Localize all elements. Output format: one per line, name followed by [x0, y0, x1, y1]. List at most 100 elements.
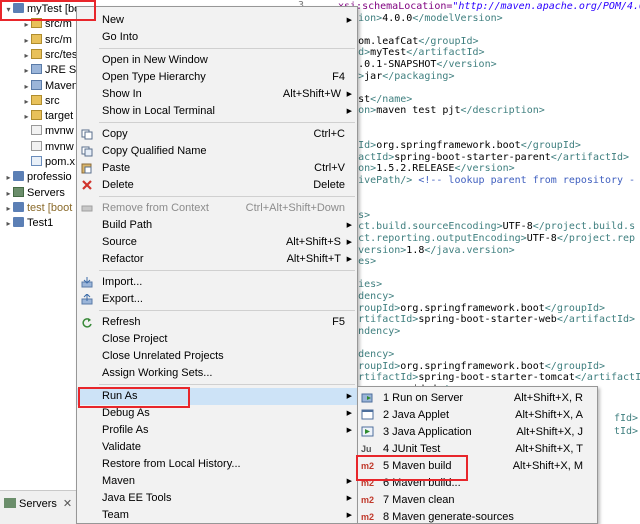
expand-arrow-icon[interactable]: ▸	[22, 48, 31, 63]
tree-item[interactable]: mvnw	[22, 124, 74, 139]
menu-item-refactor[interactable]: Refactor Alt+Shift+T ▶	[77, 251, 357, 268]
expand-arrow-icon[interactable]: ▸	[4, 216, 13, 231]
export-icon	[81, 293, 93, 305]
submenu-arrow-icon: ▶	[346, 410, 352, 417]
menu-item-show-in[interactable]: Show In Alt+Shift+W ▶	[77, 86, 357, 103]
menu-item-copy-qualified-name[interactable]: Copy Qualified Name	[77, 143, 357, 160]
tree-item[interactable]: pom.x	[22, 155, 75, 170]
submenu-item-3-java-application[interactable]: 3 Java Application Alt+Shift+X, J	[358, 424, 597, 441]
folder-icon	[31, 110, 42, 121]
submenu-item-7-maven-clean[interactable]: m2 7 Maven clean	[358, 492, 597, 509]
menu-item-team[interactable]: Team ▶	[77, 507, 357, 524]
bottom-view-tabs: Servers ✕	[0, 490, 80, 524]
code-token: </java.version>	[424, 244, 515, 256]
menu-item-close-unrelated-projects[interactable]: Close Unrelated Projects	[77, 348, 357, 365]
expand-arrow-icon[interactable]: ▸	[22, 17, 31, 32]
expand-arrow-icon[interactable]: ▸	[22, 33, 31, 48]
remove-context-icon	[81, 203, 93, 214]
server-folder-icon	[13, 186, 24, 197]
menu-item-validate[interactable]: Validate	[77, 439, 357, 456]
menu-item-export[interactable]: Export...	[77, 291, 357, 308]
submenu-item-8-maven-generate-sources[interactable]: m2 8 Maven generate-sources	[358, 509, 597, 524]
tree-item[interactable]: ▸ Test1	[4, 216, 53, 231]
submenu-arrow-icon: ▶	[346, 17, 352, 24]
code-token: 0.0.1-SNAPSHOT	[352, 59, 437, 70]
menu-item-paste[interactable]: Paste Ctrl+V	[77, 160, 357, 177]
expand-arrow-icon[interactable]: ▸	[22, 79, 31, 94]
tree-item[interactable]: ▸ Maven	[22, 79, 78, 94]
menu-item-import[interactable]: Import...	[77, 274, 357, 291]
submenu-item-label: 7 Maven clean	[383, 494, 455, 506]
tree-item[interactable]: ▸ JRE Sy	[22, 63, 80, 78]
menu-item-run-as[interactable]: Run As ▶	[77, 388, 357, 405]
menu-item-maven[interactable]: Maven ▶	[77, 473, 357, 490]
tree-item[interactable]: ▸ src/tes	[22, 48, 77, 63]
file-icon	[31, 125, 42, 136]
close-icon[interactable]: ✕	[63, 498, 72, 510]
menu-item-label: Maven	[102, 475, 136, 487]
menu-separator	[99, 122, 355, 123]
tree-item[interactable]: ▸ src/m	[22, 33, 72, 48]
project-icon	[13, 171, 24, 182]
menu-item-assign-working-sets[interactable]: Assign Working Sets...	[77, 365, 357, 382]
expand-arrow-icon[interactable]: ▸	[4, 186, 13, 201]
submenu-arrow-icon: ▶	[346, 478, 352, 485]
menu-item-label: Open in New Window	[102, 54, 208, 66]
expand-arrow-icon[interactable]: ▸	[4, 201, 13, 216]
menu-item-open-in-new-window[interactable]: Open in New Window	[77, 52, 357, 69]
menu-item-delete[interactable]: Delete Delete	[77, 177, 357, 194]
tree-item[interactable]: ▸ target	[22, 109, 73, 124]
submenu-item-shortcut: Alt+Shift+X, A	[515, 409, 583, 421]
menu-item-source[interactable]: Source Alt+Shift+S ▶	[77, 234, 357, 251]
folder-icon	[31, 33, 42, 44]
tree-item[interactable]: ▸ professio	[4, 170, 72, 185]
paste-icon	[81, 163, 93, 174]
submenu-item-shortcut: Alt+Shift+X, M	[512, 460, 583, 472]
submenu-item-4-junit-test[interactable]: Ju 4 JUnit Test Alt+Shift+X, T	[358, 441, 597, 458]
menu-item-restore-from-local-history[interactable]: Restore from Local History...	[77, 456, 357, 473]
menu-item-copy[interactable]: Copy Ctrl+C	[77, 126, 357, 143]
menu-item-label: Close Unrelated Projects	[102, 350, 224, 362]
tree-item[interactable]: ▾ myTest [boot]	[4, 2, 80, 17]
expand-arrow-icon[interactable]: ▸	[4, 170, 13, 185]
project-context-menu: New ▶ Go Into Open in New Window Open Type H…	[76, 6, 358, 524]
menu-item-debug-as[interactable]: Debug As ▶	[77, 405, 357, 422]
expand-arrow-icon[interactable]: ▸	[22, 63, 31, 78]
menu-item-build-path[interactable]: Build Path ▶	[77, 217, 357, 234]
file-icon	[31, 140, 42, 151]
servers-view-tab[interactable]: Servers ✕	[4, 495, 72, 513]
menu-item-label: Copy Qualified Name	[102, 145, 207, 157]
submenu-arrow-icon: ▶	[346, 512, 352, 519]
menu-item-close-project[interactable]: Close Project	[77, 331, 357, 348]
code-token: </version>	[454, 163, 515, 175]
tree-item[interactable]: ▸ src	[22, 94, 60, 109]
menu-item-open-type-hierarchy[interactable]: Open Type Hierarchy F4	[77, 69, 357, 86]
tree-item-label: professio	[27, 171, 72, 184]
menu-item-refresh[interactable]: Refresh F5	[77, 314, 357, 331]
tree-item-label: target	[45, 110, 74, 123]
submenu-item-5-maven-build[interactable]: m2 5 Maven build Alt+Shift+X, M	[358, 458, 597, 475]
servers-tab-label: Servers	[19, 498, 57, 510]
menu-item-go-into[interactable]: Go Into	[77, 29, 357, 46]
code-token: </artifactId>	[556, 314, 636, 326]
expand-arrow-icon[interactable]: ▸	[22, 94, 31, 109]
menu-item-show-in-local-terminal[interactable]: Show in Local Terminal ▶	[77, 103, 357, 120]
menu-item-profile-as[interactable]: Profile As ▶	[77, 422, 357, 439]
menu-item-new[interactable]: New ▶	[77, 12, 357, 29]
delete-icon	[81, 180, 93, 191]
tree-item[interactable]: mvnw	[22, 140, 74, 155]
submenu-item-2-java-applet[interactable]: 2 Java Applet Alt+Shift+X, A	[358, 407, 597, 424]
submenu-item-6-maven-build[interactable]: m2 6 Maven build...	[358, 475, 597, 492]
menu-item-java-ee-tools[interactable]: Java EE Tools ▶	[77, 490, 357, 507]
submenu-arrow-icon: ▶	[346, 256, 352, 263]
code-token: 1.5.2.RELEASE	[376, 163, 455, 175]
tree-item[interactable]: ▸ Servers	[4, 186, 65, 201]
code-fragment: tId>	[614, 426, 639, 437]
collapse-arrow-icon[interactable]: ▾	[4, 2, 13, 17]
menu-item-label: Open Type Hierarchy	[102, 71, 206, 83]
code-token: </description>	[460, 105, 545, 117]
expand-arrow-icon[interactable]: ▸	[22, 109, 31, 124]
tree-item[interactable]: ▸ src/m	[22, 17, 72, 32]
tree-item[interactable]: ▸ test [boot	[4, 201, 72, 216]
submenu-item-1-run-on-server[interactable]: 1 Run on Server Alt+Shift+X, R	[358, 390, 597, 407]
